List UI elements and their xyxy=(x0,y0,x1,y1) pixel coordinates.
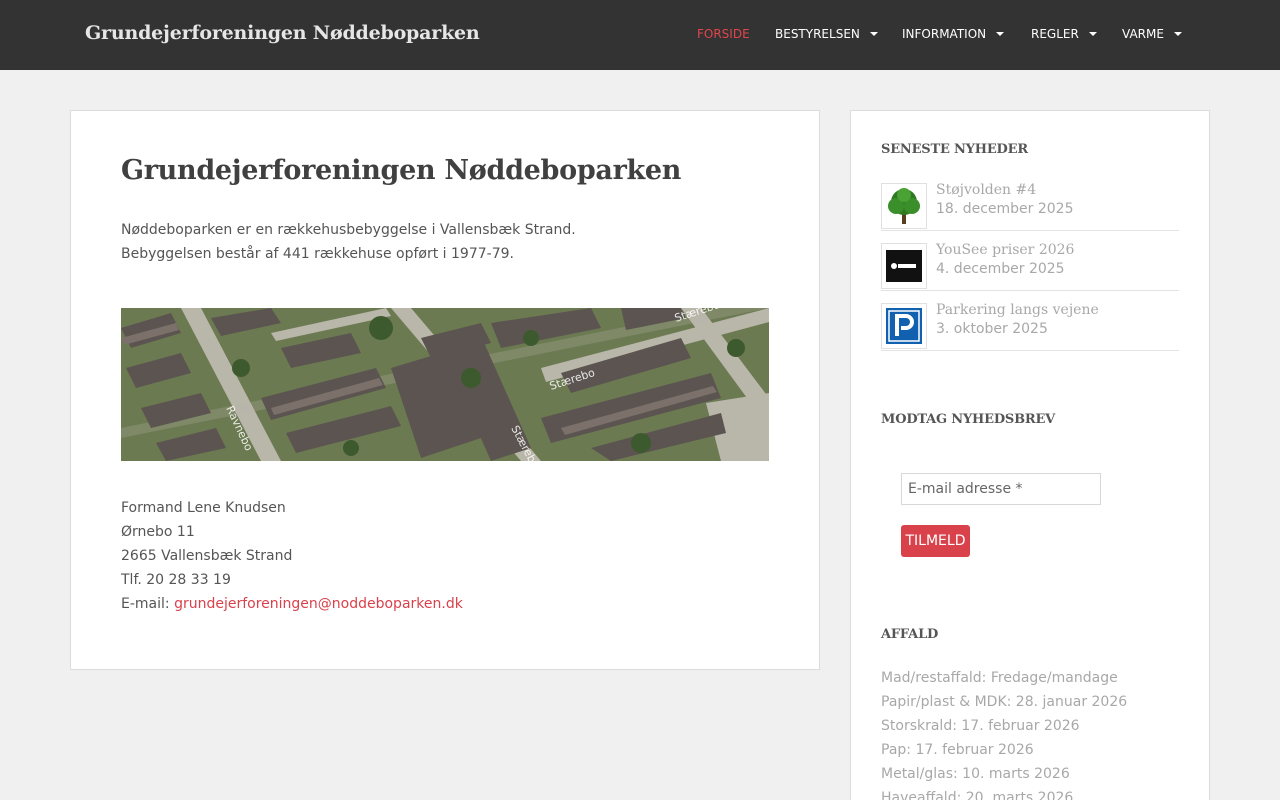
chevron-down-icon xyxy=(1173,31,1182,36)
news-item[interactable]: Parkering langs vejene 3. oktober 2025 xyxy=(881,291,1179,351)
contact-address: Formand Lene Knudsen Ørnebo 11 2665 Vall… xyxy=(121,496,463,616)
nav-item-bestyrelsen[interactable]: BESTYRELSEN xyxy=(775,27,878,41)
news-item[interactable]: YouSee priser 2026 4. december 2025 xyxy=(881,231,1179,291)
waste-schedule-item: Mad/restaffald: Fredage/mandage xyxy=(881,670,1118,686)
nav-item-label: FORSIDE xyxy=(697,27,750,41)
sidebar: SENESTE NYHEDER Støjvolden #4 18. decemb… xyxy=(850,110,1210,800)
nav-item-label: REGLER xyxy=(1031,27,1079,41)
news-widget-title: SENESTE NYHEDER xyxy=(881,142,1028,157)
yousee-logo-icon[interactable] xyxy=(881,243,927,289)
waste-schedule-item: Haveaffald: 20. marts 2026 xyxy=(881,790,1074,800)
waste-schedule-item: Metal/glas: 10. marts 2026 xyxy=(881,766,1070,782)
news-item-date: 3. oktober 2025 xyxy=(936,321,1048,337)
news-item-date: 4. december 2025 xyxy=(936,261,1065,277)
contact-email-line: E-mail: grundejerforeningen@noddeboparke… xyxy=(121,592,463,616)
nav-item-regler[interactable]: REGLER xyxy=(1031,27,1097,41)
news-item-date: 18. december 2025 xyxy=(936,201,1074,217)
intro-line: Nøddeboparken er en rækkehusbebyggelse i… xyxy=(121,222,576,238)
aerial-map-image: Ravnebo Stærebo Stærebo Stærebo xyxy=(121,308,769,461)
parking-icon[interactable] xyxy=(881,303,927,349)
nav-item-label: BESTYRELSEN xyxy=(775,27,860,41)
email-link[interactable]: grundejerforeningen@noddeboparken.dk xyxy=(174,596,463,612)
subscribe-button[interactable]: TILMELD xyxy=(901,525,970,557)
newsletter-email-input[interactable] xyxy=(901,473,1101,505)
site-title[interactable]: Grundejerforeningen Nøddeboparken xyxy=(85,22,480,44)
news-item-title[interactable]: Støjvolden #4 xyxy=(936,182,1036,198)
nav-item-label: VARME xyxy=(1122,27,1164,41)
top-navigation-bar: Grundejerforeningen Nøddeboparken FORSID… xyxy=(0,0,1280,70)
contact-phone: Tlf. 20 28 33 19 xyxy=(121,572,231,588)
news-item[interactable]: Støjvolden #4 18. december 2025 xyxy=(881,171,1179,231)
tree-icon[interactable] xyxy=(881,183,927,229)
news-item-title[interactable]: Parkering langs vejene xyxy=(936,302,1099,318)
waste-widget-title: AFFALD xyxy=(881,627,939,642)
waste-schedule-item: Pap: 17. februar 2026 xyxy=(881,742,1034,758)
nav-item-forside[interactable]: FORSIDE xyxy=(697,27,750,41)
chevron-down-icon xyxy=(869,31,878,36)
waste-schedule-item: Papir/plast & MDK: 28. januar 2026 xyxy=(881,694,1128,710)
waste-schedule-item: Storskrald: 17. februar 2026 xyxy=(881,718,1080,734)
nav-item-varme[interactable]: VARME xyxy=(1122,27,1182,41)
intro-line: Bebyggelsen består af 441 rækkehuse opfø… xyxy=(121,246,514,262)
intro-text: Nøddeboparken er en rækkehusbebyggelse i… xyxy=(121,218,576,266)
newsletter-widget-title: MODTAG NYHEDSBREV xyxy=(881,412,1056,427)
email-label: E-mail: xyxy=(121,596,175,612)
chevron-down-icon xyxy=(996,31,1005,36)
contact-street: Ørnebo 11 xyxy=(121,524,195,540)
chevron-down-icon xyxy=(1088,31,1097,36)
nav-item-label: INFORMATION xyxy=(902,27,987,41)
page-title: Grundejerforeningen Nøddeboparken xyxy=(121,155,682,186)
contact-city: 2665 Vallensbæk Strand xyxy=(121,548,293,564)
waste-schedule-list: Mad/restaffald: Fredage/mandage Papir/pl… xyxy=(881,666,1127,800)
contact-name: Formand Lene Knudsen xyxy=(121,500,286,516)
nav-item-information[interactable]: INFORMATION xyxy=(902,27,1005,41)
news-item-title[interactable]: YouSee priser 2026 xyxy=(936,242,1074,258)
main-content-card: Grundejerforeningen Nøddeboparken Nøddeb… xyxy=(70,110,820,670)
